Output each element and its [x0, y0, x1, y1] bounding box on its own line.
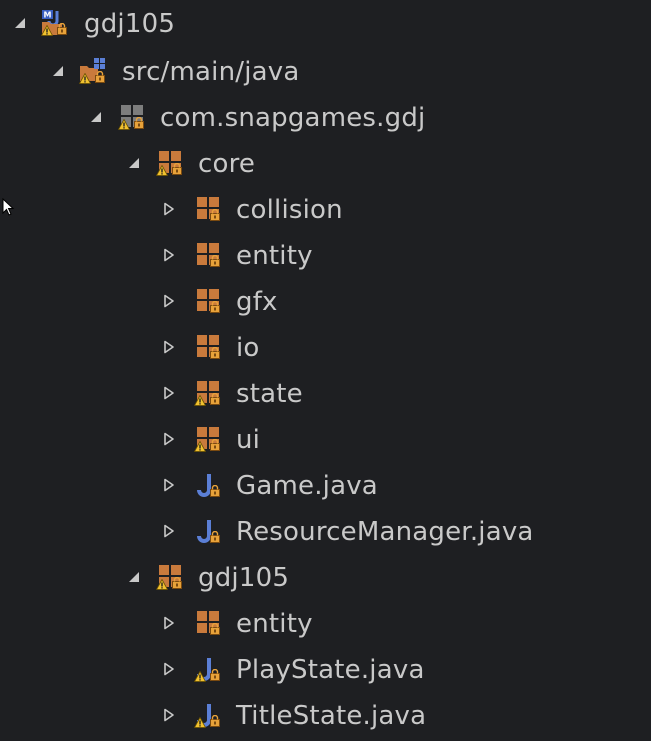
tree-item-entity[interactable]: entity	[0, 232, 651, 278]
collapsed-twisty-icon[interactable]	[162, 248, 176, 262]
expanded-twisty-icon[interactable]	[13, 16, 27, 30]
tree-item-gdj105-package[interactable]: gdj105	[0, 554, 651, 600]
package-icon	[193, 286, 223, 316]
tree-item-gfx[interactable]: gfx	[0, 278, 651, 324]
package-icon	[193, 608, 223, 638]
tree-item-titlestate-java[interactable]: TitleState.java	[0, 692, 651, 738]
tree-item-collision[interactable]: collision	[0, 186, 651, 232]
maven-project-warning-icon	[40, 8, 70, 38]
tree-item-label: TitleState.java	[236, 701, 427, 731]
tree-item-root-package[interactable]: com.snapgames.gdj	[0, 94, 651, 140]
source-folder-warning-icon	[78, 56, 108, 86]
tree-item-label: ResourceManager.java	[236, 517, 534, 547]
package-warning-icon	[193, 378, 223, 408]
expanded-twisty-icon[interactable]	[127, 156, 141, 170]
expanded-twisty-icon[interactable]	[51, 64, 65, 78]
expanded-twisty-icon[interactable]	[127, 570, 141, 584]
tree-item-resourcemanager-java[interactable]: ResourceManager.java	[0, 508, 651, 554]
tree-item-playstate-java[interactable]: PlayState.java	[0, 646, 651, 692]
tree-item-io[interactable]: io	[0, 324, 651, 370]
tree-item-label: io	[236, 333, 260, 363]
tree-item-project[interactable]: gdj105	[0, 0, 651, 46]
tree-item-label: entity	[236, 609, 313, 639]
tree-item-label: state	[236, 379, 303, 409]
tree-item-core-package[interactable]: core	[0, 140, 651, 186]
collapsed-twisty-icon[interactable]	[162, 202, 176, 216]
collapsed-twisty-icon[interactable]	[162, 708, 176, 722]
collapsed-twisty-icon[interactable]	[162, 294, 176, 308]
tree-item-label: gdj105	[84, 9, 176, 39]
tree-item-label: collision	[236, 195, 343, 225]
expanded-twisty-icon[interactable]	[89, 110, 103, 124]
mouse-cursor-icon	[2, 198, 15, 216]
tree-item-game-java[interactable]: Game.java	[0, 462, 651, 508]
package-explorer-tree: gdj105 src/main/java com.snapgames.gdj c…	[0, 0, 651, 741]
collapsed-twisty-icon[interactable]	[162, 662, 176, 676]
tree-item-entity[interactable]: entity	[0, 600, 651, 646]
collapsed-twisty-icon[interactable]	[162, 340, 176, 354]
tree-item-label: gfx	[236, 287, 278, 317]
package-warning-icon	[193, 424, 223, 454]
tree-item-label: src/main/java	[122, 57, 300, 87]
collapsed-twisty-icon[interactable]	[162, 616, 176, 630]
collapsed-twisty-icon[interactable]	[162, 386, 176, 400]
tree-item-label: entity	[236, 241, 313, 271]
package-icon	[193, 240, 223, 270]
tree-item-label: ui	[236, 425, 261, 455]
collapsed-twisty-icon[interactable]	[162, 432, 176, 446]
tree-item-label: gdj105	[198, 563, 290, 593]
collapsed-twisty-icon[interactable]	[162, 524, 176, 538]
tree-item-label: com.snapgames.gdj	[160, 103, 426, 133]
tree-item-source-folder[interactable]: src/main/java	[0, 48, 651, 94]
tree-item-ui[interactable]: ui	[0, 416, 651, 462]
java-file-warning-icon	[193, 654, 223, 684]
package-warning-icon	[155, 562, 185, 592]
package-icon	[193, 332, 223, 362]
package-warning-icon	[155, 148, 185, 178]
tree-item-label: Game.java	[236, 471, 378, 501]
package-icon	[193, 194, 223, 224]
collapsed-twisty-icon[interactable]	[162, 478, 176, 492]
tree-item-state[interactable]: state	[0, 370, 651, 416]
java-file-icon	[193, 516, 223, 546]
tree-item-label: core	[198, 149, 256, 179]
package-warning-icon	[117, 102, 147, 132]
java-file-warning-icon	[193, 700, 223, 730]
java-file-icon	[193, 470, 223, 500]
tree-item-label: PlayState.java	[236, 655, 425, 685]
